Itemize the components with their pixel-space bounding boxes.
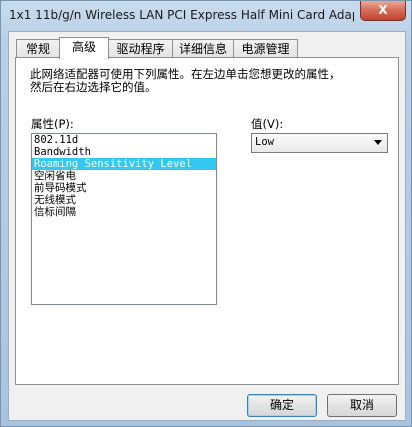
- list-item[interactable]: 802.11d: [32, 134, 216, 146]
- list-item[interactable]: 信标间隔: [32, 206, 216, 218]
- tab-advanced[interactable]: 高级: [59, 37, 109, 59]
- close-button[interactable]: X: [360, 1, 406, 21]
- value-dropdown[interactable]: Low: [251, 133, 388, 153]
- ok-button[interactable]: 确定: [247, 394, 317, 417]
- tab-driver[interactable]: 驱动程序: [108, 39, 173, 58]
- chevron-down-icon[interactable]: [374, 140, 382, 145]
- list-item[interactable]: 前导码模式: [32, 182, 216, 194]
- list-item[interactable]: 空闲省电: [32, 170, 216, 182]
- cancel-button[interactable]: 取消: [327, 394, 397, 417]
- description-line-2: 然后在右边选择它的值。: [30, 80, 157, 94]
- window-title: 1x1 11b/g/n Wireless LAN PCI Express Hal…: [9, 8, 354, 22]
- value-label: 值(V):: [251, 117, 284, 131]
- dropdown-value: Low: [255, 136, 274, 148]
- list-item-selected[interactable]: Roaming Sensitivity Level: [32, 158, 216, 170]
- dialog-client-area: 常规 高级 驱动程序 详细信息 电源管理 此网络适配器可使用下列属性。在左边单击…: [8, 31, 406, 421]
- list-item[interactable]: 无线模式: [32, 194, 216, 206]
- properties-window: 1x1 11b/g/n Wireless LAN PCI Express Hal…: [0, 0, 412, 427]
- tab-power-management[interactable]: 电源管理: [233, 39, 298, 58]
- tab-details[interactable]: 详细信息: [172, 39, 234, 58]
- list-item[interactable]: Bandwidth: [32, 146, 216, 158]
- description-text: 此网络适配器可使用下列属性。在左边单击您想更改的属性， 然后在右边选择它的值。: [30, 68, 341, 94]
- property-listbox[interactable]: 802.11d Bandwidth Roaming Sensitivity Le…: [31, 133, 217, 305]
- title-bar[interactable]: 1x1 11b/g/n Wireless LAN PCI Express Hal…: [1, 1, 411, 31]
- tab-general[interactable]: 常规: [16, 39, 60, 58]
- advanced-tab-panel: 此网络适配器可使用下列属性。在左边单击您想更改的属性， 然后在右边选择它的值。 …: [15, 57, 399, 385]
- property-label: 属性(P):: [31, 117, 74, 131]
